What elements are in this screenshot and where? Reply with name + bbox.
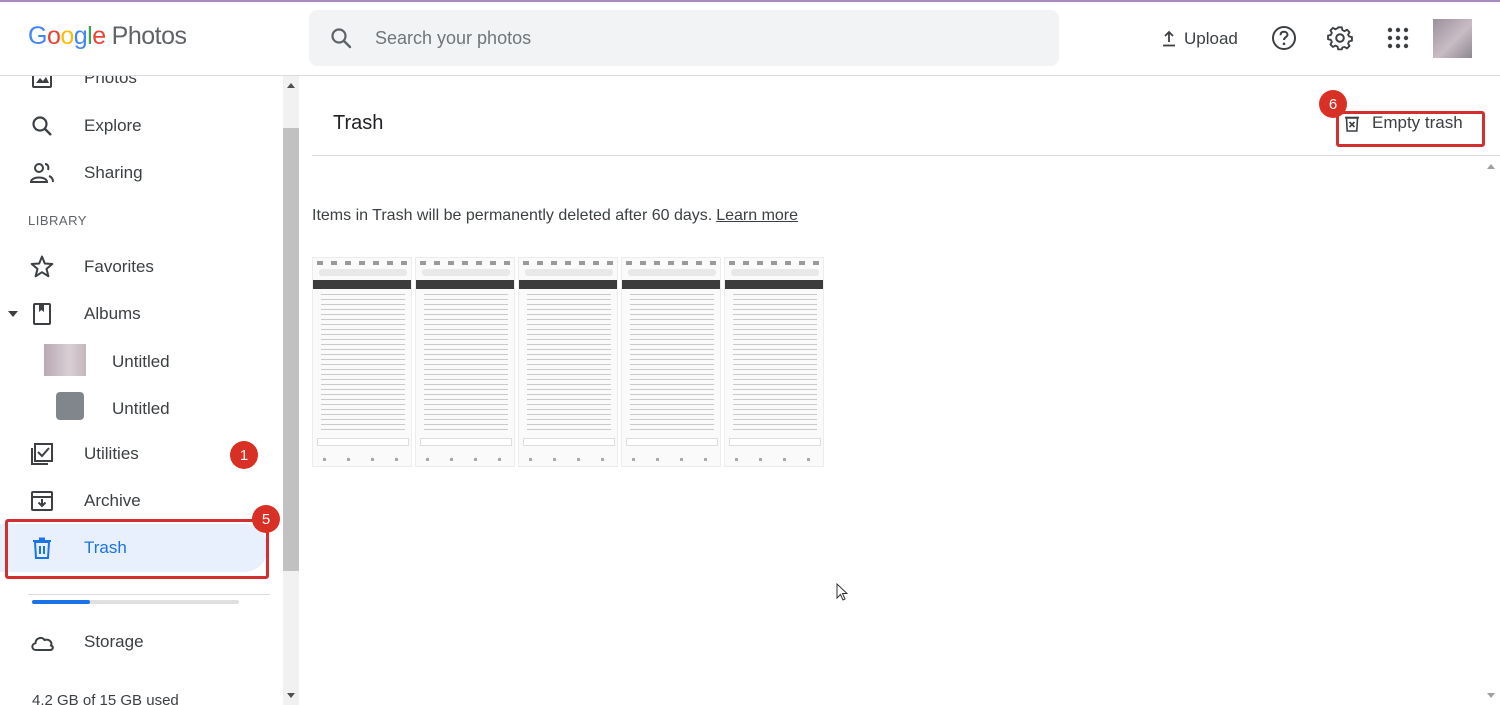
trash-photo-grid xyxy=(312,257,827,467)
sidebar-item-label: Utilities xyxy=(84,444,139,463)
album-icon xyxy=(33,303,51,325)
sidebar-item-sharing[interactable]: Sharing xyxy=(0,150,283,196)
step-badge-1: 1 xyxy=(230,441,258,469)
sidebar-nav: Photos Explore Sharing LIBRARY Favorites… xyxy=(0,76,283,705)
sidebar-item-explore[interactable]: Explore xyxy=(0,103,283,149)
sidebar-divider xyxy=(28,594,270,595)
sidebar-item-storage[interactable]: Storage xyxy=(0,619,283,665)
sidebar-item-label: Explore xyxy=(84,116,142,135)
sidebar-item-label: Archive xyxy=(84,491,141,510)
sidebar-item-archive[interactable]: Archive xyxy=(0,478,283,524)
page-title: Trash xyxy=(333,112,384,134)
step-badge-6: 6 xyxy=(1319,90,1347,118)
mouse-cursor-icon xyxy=(836,583,849,601)
upload-button[interactable]: Upload xyxy=(1160,26,1238,52)
scroll-down-arrow-icon[interactable] xyxy=(287,693,295,698)
sidebar-item-favorites[interactable]: Favorites xyxy=(0,244,283,290)
trash-info-text: Items in Trash will be permanently delet… xyxy=(312,207,713,224)
trash-photo-thumbnail[interactable] xyxy=(518,257,618,467)
help-icon[interactable] xyxy=(1271,25,1297,51)
archive-icon xyxy=(31,491,53,511)
learn-more-link[interactable]: Learn more xyxy=(716,207,798,224)
main-scroll-up-arrow-icon[interactable] xyxy=(1487,164,1495,169)
search-bar[interactable] xyxy=(309,10,1059,66)
album-item-untitled-1[interactable]: Untitled xyxy=(112,352,170,372)
trash-photo-thumbnail[interactable] xyxy=(312,257,412,467)
account-avatar[interactable] xyxy=(1433,19,1472,58)
sidebar-item-label: Favorites xyxy=(84,257,154,276)
window-top-border xyxy=(0,0,1500,2)
sidebar-item-label: Sharing xyxy=(84,163,143,182)
upload-label: Upload xyxy=(1184,29,1238,48)
logo-photos-text: Photos xyxy=(111,22,187,50)
top-app-bar: GooglePhotos Upload xyxy=(0,0,1500,76)
storage-progress-bar xyxy=(32,600,239,604)
star-icon xyxy=(30,255,54,278)
cloud-icon xyxy=(31,636,54,651)
sidebar-item-label: Photos xyxy=(84,76,137,87)
scroll-up-arrow-icon[interactable] xyxy=(287,83,295,88)
empty-trash-highlight-box xyxy=(1336,111,1485,147)
gear-icon[interactable] xyxy=(1327,25,1353,51)
main-scroll-down-arrow-icon[interactable] xyxy=(1487,693,1495,698)
people-icon xyxy=(29,163,54,183)
trash-highlight-box xyxy=(5,519,269,579)
utilities-icon xyxy=(31,443,53,465)
storage-usage-text: 4.2 GB of 15 GB used xyxy=(32,692,179,705)
sidebar-item-label: Storage xyxy=(84,632,144,651)
search-icon[interactable] xyxy=(329,26,353,50)
step-badge-5: 5 xyxy=(252,505,280,533)
apps-grid-icon[interactable] xyxy=(1385,25,1411,51)
album-item-untitled-2[interactable]: Untitled xyxy=(112,399,170,419)
logo-google-text: Google xyxy=(28,22,106,50)
sidebar-item-label: Albums xyxy=(84,304,141,323)
main-scrollbar[interactable] xyxy=(1482,157,1500,705)
library-section-label: LIBRARY xyxy=(28,213,87,228)
trash-photo-thumbnail[interactable] xyxy=(724,257,824,467)
sidebar-scrollbar-thumb[interactable] xyxy=(283,128,299,571)
google-photos-logo[interactable]: Google Photos xyxy=(28,22,187,51)
storage-progress-fill xyxy=(32,600,90,604)
search-input[interactable] xyxy=(375,10,1025,66)
photo-icon xyxy=(32,76,52,88)
expand-caret-icon[interactable] xyxy=(8,310,18,318)
album-thumbnail[interactable] xyxy=(44,344,86,376)
sidebar-item-albums[interactable]: Albums xyxy=(0,291,283,337)
trash-photo-thumbnail[interactable] xyxy=(415,257,515,467)
trash-info-message: Items in Trash will be permanently delet… xyxy=(312,207,798,225)
upload-icon xyxy=(1163,30,1175,47)
sidebar-item-photos[interactable]: Photos xyxy=(0,76,283,101)
album-thumbnail[interactable] xyxy=(56,392,84,420)
search-icon xyxy=(32,116,52,136)
main-header xyxy=(312,76,1500,156)
trash-photo-thumbnail[interactable] xyxy=(621,257,721,467)
